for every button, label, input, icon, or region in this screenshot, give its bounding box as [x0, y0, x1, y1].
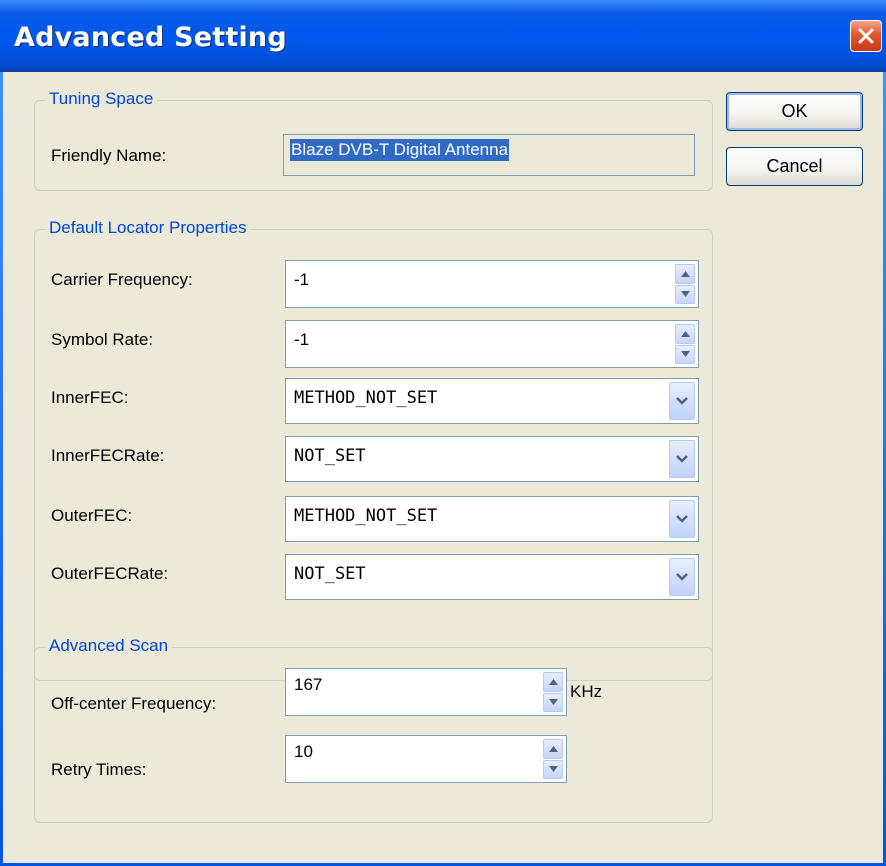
inner-fec-rate-label: InnerFECRate:	[51, 446, 165, 465]
carrier-frequency-value: -1	[294, 270, 310, 289]
outer-fec-dropdown-button[interactable]	[669, 500, 695, 538]
window-title: Advanced Setting	[14, 22, 287, 53]
outer-fec-value: METHOD_NOT_SET	[294, 506, 438, 526]
spin-up-button[interactable]	[543, 672, 563, 692]
outer-fec-rate-value: NOT_SET	[294, 564, 366, 584]
inner-fec-value: METHOD_NOT_SET	[294, 388, 438, 408]
outer-fec-rate-label: OuterFECRate:	[51, 564, 169, 583]
outer-fec-label: OuterFEC:	[51, 506, 133, 525]
retry-times-spinner	[543, 739, 563, 779]
arrow-up-icon	[548, 745, 558, 752]
close-button[interactable]	[850, 20, 882, 52]
advanced-scan-group: Advanced Scan Off-center Frequency: 167 …	[34, 636, 713, 823]
outer-fec-select[interactable]: METHOD_NOT_SET	[285, 496, 699, 542]
cancel-button[interactable]: Cancel	[726, 147, 863, 186]
arrow-down-icon	[680, 291, 690, 298]
arrow-down-icon	[680, 351, 690, 358]
inner-fec-label: InnerFEC:	[51, 388, 129, 407]
ok-button-label: OK	[781, 101, 808, 121]
arrow-down-icon	[548, 766, 558, 773]
outer-fec-rate-select[interactable]: NOT_SET	[285, 554, 699, 600]
friendly-name-value: Blaze DVB-T Digital Antenna	[290, 139, 510, 161]
ok-button[interactable]: OK	[726, 92, 863, 131]
retry-times-label: Retry Times:	[51, 760, 147, 779]
advanced-setting-dialog: Advanced Setting Tuning Space Friendly N…	[0, 0, 886, 866]
inner-fec-rate-value: NOT_SET	[294, 446, 366, 466]
symbol-rate-value: -1	[294, 330, 310, 349]
chevron-down-icon	[676, 515, 688, 523]
spin-up-button[interactable]	[675, 264, 695, 284]
inner-fec-rate-select[interactable]: NOT_SET	[285, 436, 699, 482]
spin-down-button[interactable]	[543, 692, 563, 712]
title-bar[interactable]: Advanced Setting	[0, 0, 886, 72]
retry-times-value: 10	[294, 742, 313, 761]
spin-down-button[interactable]	[675, 344, 695, 364]
cancel-button-label: Cancel	[766, 156, 823, 176]
arrow-up-icon	[680, 330, 690, 337]
chevron-down-icon	[676, 397, 688, 405]
inner-fec-select[interactable]: METHOD_NOT_SET	[285, 378, 699, 424]
tuning-space-group: Tuning Space Friendly Name: Blaze DVB-T …	[34, 89, 713, 191]
carrier-frequency-spinner	[675, 264, 695, 304]
outer-fec-rate-dropdown-button[interactable]	[669, 558, 695, 596]
inner-fec-dropdown-button[interactable]	[669, 382, 695, 420]
symbol-rate-input[interactable]: -1	[285, 320, 699, 368]
chevron-down-icon	[676, 573, 688, 581]
off-center-frequency-spinner	[543, 672, 563, 712]
friendly-name-label: Friendly Name:	[51, 146, 167, 165]
arrow-up-icon	[548, 678, 558, 685]
default-locator-title: Default Locator Properties	[45, 218, 251, 238]
spin-up-button[interactable]	[675, 324, 695, 344]
default-locator-group: Default Locator Properties Carrier Frequ…	[34, 218, 713, 681]
spin-up-button[interactable]	[543, 739, 563, 759]
off-center-frequency-label: Off-center Frequency:	[51, 694, 217, 713]
carrier-frequency-input[interactable]: -1	[285, 260, 699, 308]
chevron-down-icon	[676, 455, 688, 463]
advanced-scan-title: Advanced Scan	[45, 636, 173, 656]
off-center-frequency-input[interactable]: 167	[285, 668, 567, 716]
spin-down-button[interactable]	[675, 284, 695, 304]
off-center-frequency-unit: KHz	[570, 682, 603, 701]
arrow-up-icon	[680, 270, 690, 277]
symbol-rate-label: Symbol Rate:	[51, 330, 154, 349]
spin-down-button[interactable]	[543, 759, 563, 779]
dialog-client-area: Tuning Space Friendly Name: Blaze DVB-T …	[3, 72, 883, 863]
friendly-name-field[interactable]: Blaze DVB-T Digital Antenna	[283, 134, 695, 176]
carrier-frequency-label: Carrier Frequency:	[51, 270, 193, 289]
tuning-space-title: Tuning Space	[45, 89, 158, 109]
symbol-rate-spinner	[675, 324, 695, 364]
retry-times-input[interactable]: 10	[285, 735, 567, 783]
off-center-frequency-value: 167	[294, 675, 323, 694]
inner-fec-rate-dropdown-button[interactable]	[669, 440, 695, 478]
close-icon	[858, 28, 874, 44]
arrow-down-icon	[548, 699, 558, 706]
